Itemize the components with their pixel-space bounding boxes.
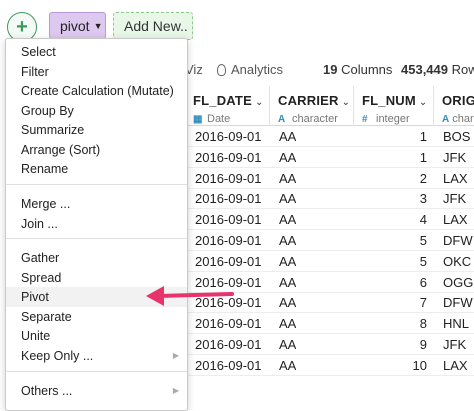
arrow-shaft: [156, 292, 234, 298]
pointer-arrow: [146, 286, 234, 306]
arrow-head: [146, 286, 164, 306]
